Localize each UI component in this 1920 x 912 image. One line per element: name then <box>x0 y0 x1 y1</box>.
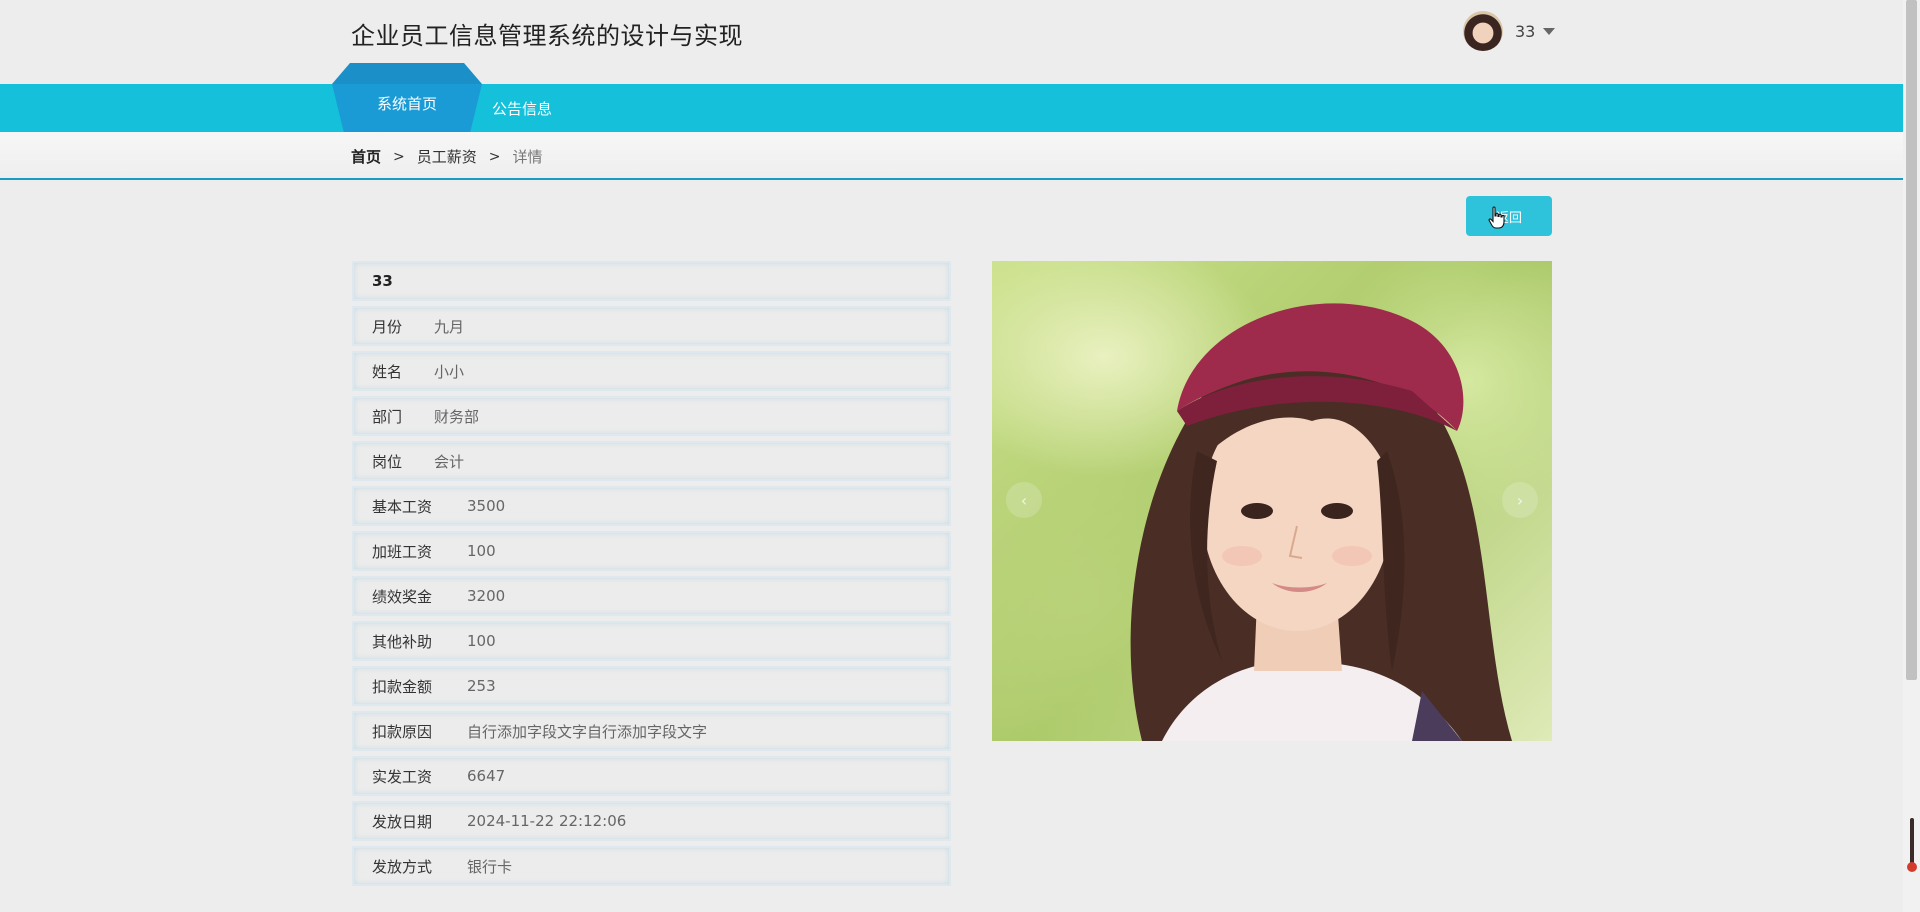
field-label: 实发工资 <box>372 767 433 786</box>
detail-row: 实发工资 6647 <box>352 756 951 796</box>
field-value: 九月 <box>434 317 465 336</box>
detail-row: 姓名 小小 <box>352 351 951 391</box>
field-label: 姓名 <box>372 362 403 381</box>
field-label: 岗位 <box>372 452 403 471</box>
nav-item-home[interactable]: 系统首页 <box>332 63 482 133</box>
field-value: 3500 <box>467 497 506 515</box>
field-label: 扣款金额 <box>372 677 433 696</box>
field-value: 银行卡 <box>467 857 513 876</box>
user-avatar[interactable] <box>1463 11 1503 51</box>
detail-list: 33 月份 九月 姓名 小小 部门 财务部 岗位 会计 基本工资 3500 加班… <box>352 261 951 891</box>
thermometer-icon <box>1907 818 1917 872</box>
chevron-down-icon[interactable] <box>1543 27 1556 35</box>
user-menu[interactable]: 33 <box>1463 11 1556 51</box>
carousel-prev-button[interactable]: ‹ <box>1006 482 1042 518</box>
breadcrumb-salary[interactable]: 员工薪资 <box>417 146 477 167</box>
field-label: 扣款原因 <box>372 722 433 741</box>
field-label: 绩效奖金 <box>372 587 433 606</box>
carousel-next-button[interactable]: › <box>1502 482 1538 518</box>
back-button[interactable]: 返回 <box>1466 196 1552 236</box>
breadcrumb-current: 详情 <box>512 148 543 166</box>
detail-title-row: 33 <box>352 261 951 301</box>
breadcrumb: 首页 > 员工薪资 > 详情 <box>351 146 543 167</box>
field-label: 部门 <box>372 407 403 426</box>
detail-row: 月份 九月 <box>352 306 951 346</box>
user-name[interactable]: 33 <box>1515 22 1535 41</box>
detail-row: 加班工资 100 <box>352 531 951 571</box>
breadcrumb-bar <box>0 132 1903 180</box>
field-label: 基本工资 <box>372 497 433 516</box>
field-value: 财务部 <box>434 407 480 426</box>
field-label: 发放方式 <box>372 857 433 876</box>
photo-carousel[interactable]: ‹ › <box>992 261 1552 741</box>
detail-row: 基本工资 3500 <box>352 486 951 526</box>
detail-row: 扣款原因 自行添加字段文字自行添加字段文字 <box>352 711 951 751</box>
breadcrumb-separator: > <box>488 148 501 165</box>
site-title: 企业员工信息管理系统的设计与实现 <box>351 22 743 50</box>
field-label: 加班工资 <box>372 542 433 561</box>
employee-photo <box>1130 303 1512 741</box>
page-scrollbar[interactable] <box>1903 0 1920 912</box>
detail-row: 发放日期 2024-11-22 22:12:06 <box>352 801 951 841</box>
field-value: 2024-11-22 22:12:06 <box>467 812 627 830</box>
breadcrumb-separator: > <box>393 148 405 165</box>
header: 企业员工信息管理系统的设计与实现 33 <box>0 0 1903 84</box>
field-value: 会计 <box>434 452 465 471</box>
detail-row: 扣款金额 253 <box>352 666 951 706</box>
hand-cursor-icon <box>1488 206 1505 229</box>
detail-row: 绩效奖金 3200 <box>352 576 951 616</box>
field-value: 3200 <box>467 587 506 605</box>
field-value: 253 <box>467 677 496 695</box>
field-value: 6647 <box>467 767 506 785</box>
field-label: 月份 <box>372 317 403 336</box>
nav-item-label[interactable]: 系统首页 <box>332 93 482 114</box>
field-value: 小小 <box>434 362 465 381</box>
detail-title: 33 <box>372 272 393 290</box>
scrollbar-thumb[interactable] <box>1906 0 1917 680</box>
field-label: 发放日期 <box>372 812 433 831</box>
nav-item-notices[interactable]: 公告信息 <box>492 98 552 119</box>
main-nav <box>0 84 1903 132</box>
field-value: 100 <box>467 632 496 650</box>
detail-row: 部门 财务部 <box>352 396 951 436</box>
breadcrumb-home[interactable]: 首页 <box>351 146 381 167</box>
detail-row: 发放方式 银行卡 <box>352 846 951 886</box>
detail-row: 其他补助 100 <box>352 621 951 661</box>
detail-row: 岗位 会计 <box>352 441 951 481</box>
field-value: 自行添加字段文字自行添加字段文字 <box>467 722 708 741</box>
field-value: 100 <box>467 542 496 560</box>
field-label: 其他补助 <box>372 632 433 651</box>
